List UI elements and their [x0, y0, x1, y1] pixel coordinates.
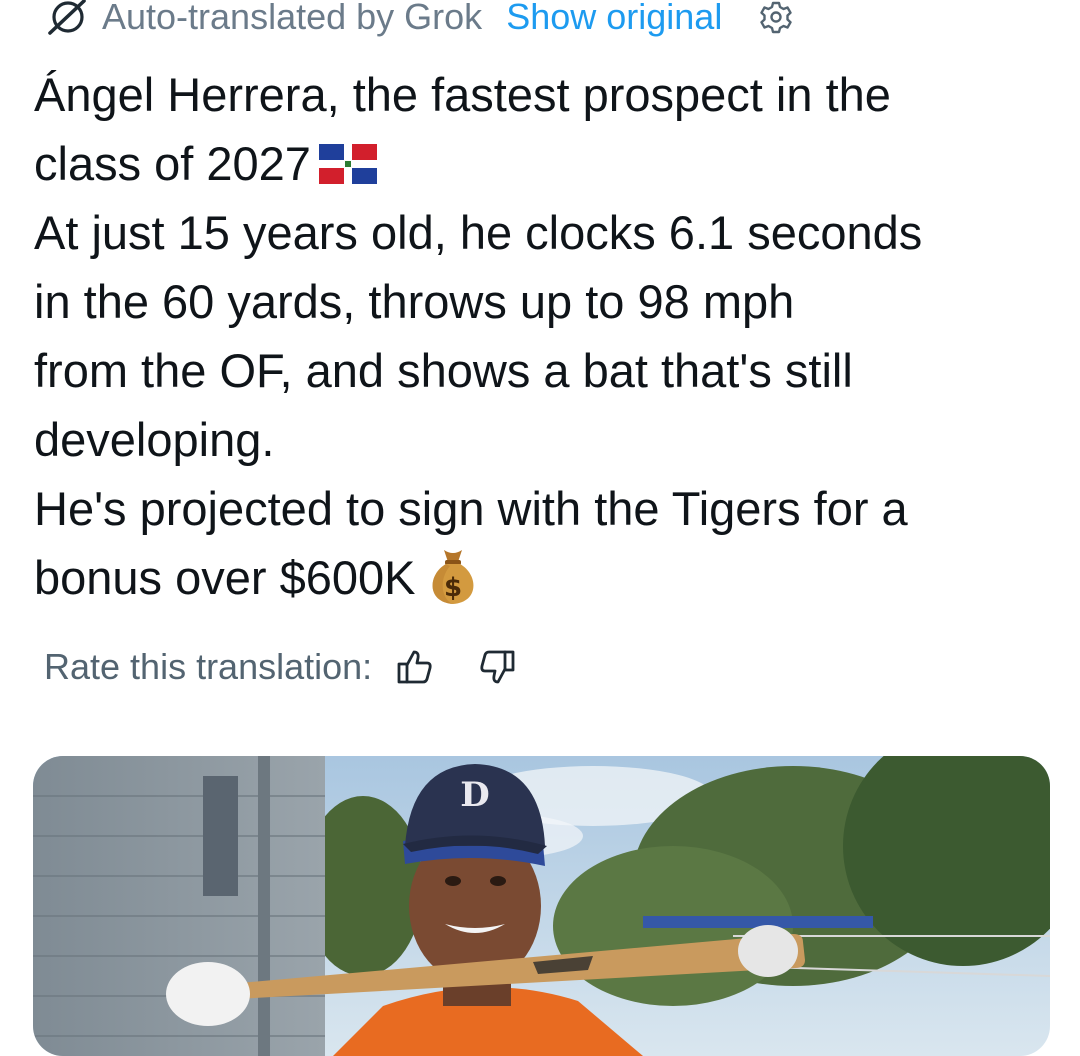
tweet-line-text: class of 2027 — [34, 137, 311, 190]
tweet-text: Ángel Herrera, the fastest prospect in t… — [34, 60, 1064, 612]
tweet-line: At just 15 years old, he clocks 6.1 seco… — [34, 206, 923, 259]
show-original-link[interactable]: Show original — [506, 0, 722, 38]
rate-translation-label: Rate this translation: — [44, 646, 373, 687]
thumbs-up-icon[interactable] — [394, 646, 436, 688]
tweet-line: from the OF, and shows a bat that's stil… — [34, 344, 853, 397]
tweet-photo[interactable]: D — [33, 756, 1050, 1056]
tweet-line: He's projected to sign with the Tigers f… — [34, 482, 908, 535]
tweet-line-with-flag: class of 2027 — [34, 129, 1064, 198]
tweet-line: developing. — [34, 413, 275, 466]
translation-label: Auto-translated by Grok — [102, 0, 483, 37]
thumbs-down-icon[interactable] — [476, 646, 518, 688]
grok-icon — [44, 0, 96, 40]
tweet-line-text: bonus over $600K — [34, 551, 416, 604]
tweet-line-with-moneybag: bonus over $600K $ — [34, 543, 1064, 612]
rate-translation-row: Rate this translation: — [44, 642, 518, 692]
svg-text:D: D — [460, 775, 489, 815]
money-bag-icon: $ — [424, 544, 482, 608]
svg-text:$: $ — [443, 573, 461, 603]
tweet-line: in the 60 yards, throws up to 98 mph — [34, 275, 795, 328]
gear-icon[interactable] — [756, 0, 796, 37]
translation-bar: Auto-translated by Grok Show original — [44, 0, 796, 40]
tweet-line: Ángel Herrera, the fastest prospect in t… — [34, 68, 891, 121]
dominican-flag-icon — [318, 133, 377, 184]
